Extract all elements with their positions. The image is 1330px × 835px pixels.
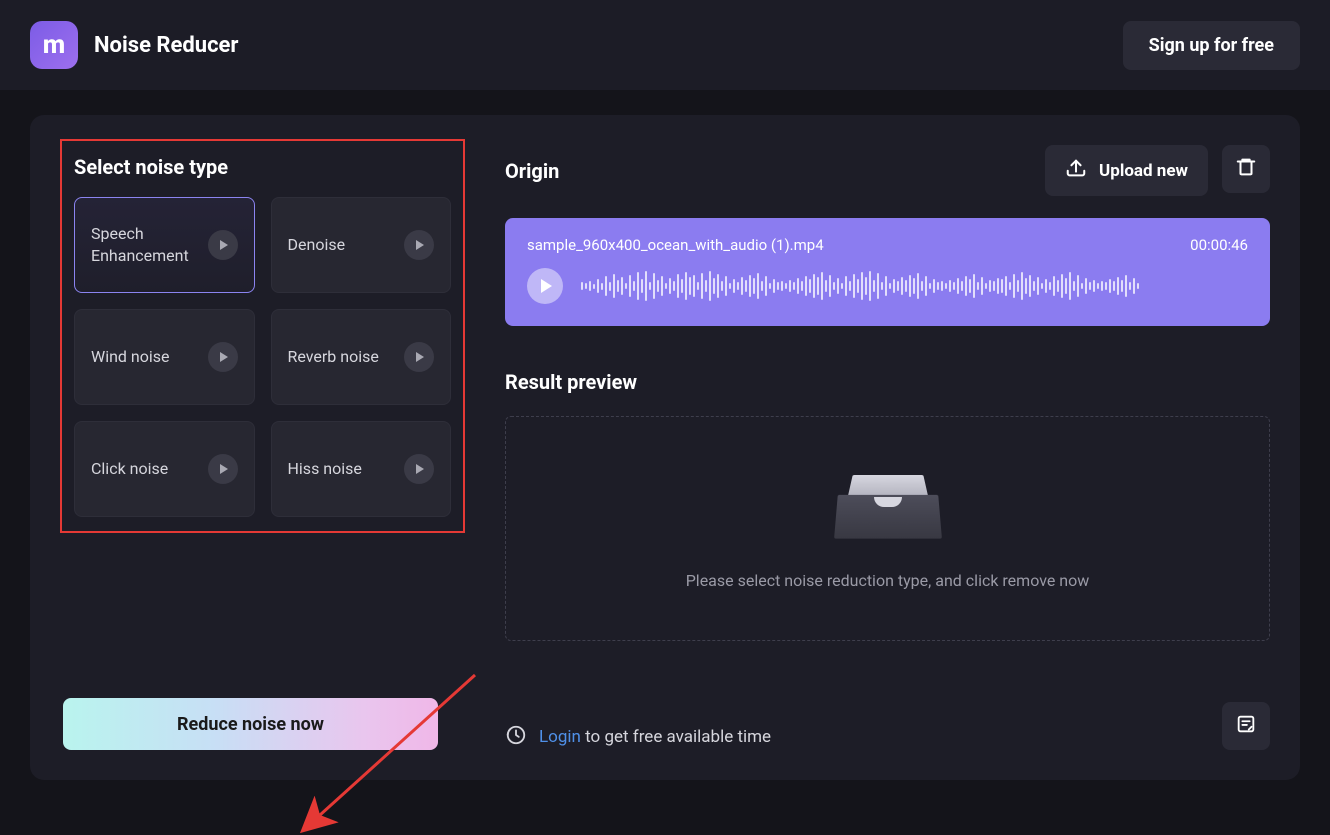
origin-audio-player: sample_960x400_ocean_with_audio (1).mp4 … <box>505 218 1270 326</box>
play-icon <box>416 240 424 250</box>
audio-meta-row: sample_960x400_ocean_with_audio (1).mp4 … <box>527 236 1248 254</box>
noise-type-section-highlight: Select noise type SpeechEnhancement Denoi… <box>60 139 465 533</box>
audio-waveform[interactable] <box>581 266 1248 306</box>
result-title: Result preview <box>505 370 1270 394</box>
noise-card-0[interactable]: SpeechEnhancement <box>74 197 255 293</box>
noise-card-5[interactable]: Hiss noise <box>271 421 452 517</box>
delete-button[interactable] <box>1222 145 1270 193</box>
origin-title: Origin <box>505 159 559 183</box>
noise-label: Click noise <box>91 458 168 480</box>
play-icon <box>220 240 228 250</box>
noise-play-button[interactable] <box>404 342 434 372</box>
play-audio-button[interactable] <box>527 268 563 304</box>
play-icon <box>416 464 424 474</box>
footer-row: Login to get free available time <box>505 694 1270 750</box>
audio-body <box>527 266 1248 306</box>
main-area: Select noise type SpeechEnhancement Denoi… <box>0 90 1330 805</box>
noise-play-button[interactable] <box>208 342 238 372</box>
upload-new-button[interactable]: Upload new <box>1045 145 1208 196</box>
result-preview-box: Please select noise reduction type, and … <box>505 416 1270 641</box>
clock-icon <box>505 724 527 750</box>
result-message: Please select noise reduction type, and … <box>686 571 1090 590</box>
noise-label: Denoise <box>288 234 346 256</box>
empty-tray-icon <box>836 467 940 539</box>
noise-play-button[interactable] <box>208 230 238 260</box>
feedback-button[interactable] <box>1222 702 1270 750</box>
play-icon <box>416 352 424 362</box>
noise-play-button[interactable] <box>404 230 434 260</box>
noise-label: SpeechEnhancement <box>91 223 189 266</box>
noise-type-grid: SpeechEnhancement Denoise Wind noise Reverb… <box>74 197 451 517</box>
content-panel: Select noise type SpeechEnhancement Denoi… <box>30 115 1300 780</box>
noise-card-3[interactable]: Reverb noise <box>271 309 452 405</box>
select-noise-title: Select noise type <box>74 155 451 179</box>
right-column: Origin Upload new <box>505 145 1270 750</box>
play-icon <box>220 352 228 362</box>
play-icon <box>220 464 228 474</box>
noise-card-2[interactable]: Wind noise <box>74 309 255 405</box>
noise-play-button[interactable] <box>404 454 434 484</box>
noise-card-1[interactable]: Denoise <box>271 197 452 293</box>
footer-text: to get free available time <box>581 727 771 747</box>
play-icon <box>541 279 552 293</box>
login-link[interactable]: Login <box>539 727 581 747</box>
origin-actions: Upload new <box>1045 145 1270 196</box>
noise-label: Hiss noise <box>288 458 362 480</box>
reduce-noise-button[interactable]: Reduce noise now <box>63 698 438 750</box>
noise-label: Wind noise <box>91 346 170 368</box>
app-title: Noise Reducer <box>94 33 239 58</box>
noise-label: Reverb noise <box>288 346 379 368</box>
noise-card-4[interactable]: Click noise <box>74 421 255 517</box>
trash-icon <box>1235 156 1257 182</box>
app-header: m Noise Reducer Sign up for free <box>0 0 1330 90</box>
origin-header-row: Origin Upload new <box>505 145 1270 196</box>
audio-duration: 00:00:46 <box>1190 236 1248 254</box>
feedback-icon <box>1235 713 1257 739</box>
header-left: m Noise Reducer <box>30 21 239 69</box>
signup-button[interactable]: Sign up for free <box>1123 21 1300 70</box>
upload-label: Upload new <box>1099 161 1188 181</box>
left-column: Select noise type SpeechEnhancement Denoi… <box>60 145 465 750</box>
upload-icon <box>1065 157 1087 184</box>
app-logo: m <box>30 21 78 69</box>
audio-filename: sample_960x400_ocean_with_audio (1).mp4 <box>527 236 824 254</box>
noise-play-button[interactable] <box>208 454 238 484</box>
